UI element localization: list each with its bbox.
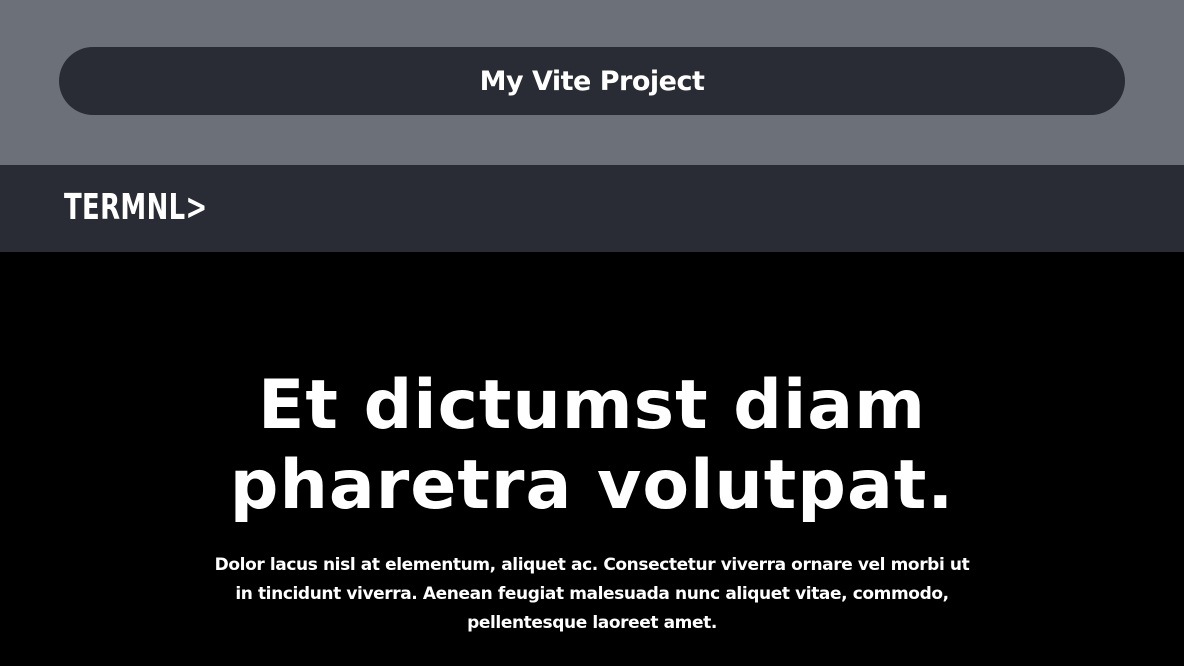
logo[interactable]: TERMNL>: [64, 190, 208, 226]
hero-body-text: Dolor lacus nisl at elementum, aliquet a…: [214, 555, 970, 633]
hero-headline: Et dictumst diam pharetra volutpat.: [229, 366, 955, 525]
page-title: My Vite Project: [59, 47, 1125, 115]
